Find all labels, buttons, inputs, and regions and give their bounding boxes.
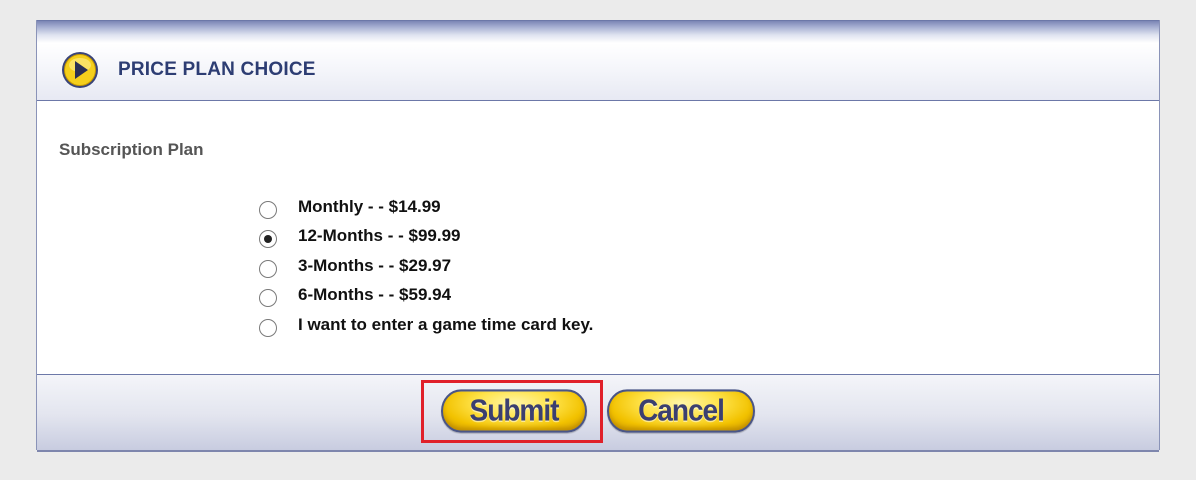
plan-option-label[interactable]: 6-Months - - $59.94 [298, 285, 451, 305]
page-title: PRICE PLAN CHOICE [118, 59, 316, 80]
radio-button[interactable] [259, 318, 277, 337]
price-plan-panel: PRICE PLAN CHOICE Subscription Plan Mont… [36, 20, 1160, 452]
plan-option-label[interactable]: I want to enter a game time card key. [298, 315, 593, 335]
submit-button[interactable]: Submit [441, 389, 587, 433]
plan-option-6-months[interactable]: 6-Months - - $59.94 [259, 281, 593, 311]
radio-button[interactable] [259, 289, 277, 308]
play-arrow-icon [62, 52, 98, 88]
plan-option-12-months[interactable]: 12-Months - - $99.99 [259, 222, 593, 252]
plan-option-label[interactable]: 3-Months - - $29.97 [298, 256, 451, 276]
panel-header: PRICE PLAN CHOICE [37, 20, 1159, 101]
radio-button[interactable] [259, 259, 277, 278]
cancel-button[interactable]: Cancel [607, 389, 755, 433]
radio-button-selected[interactable] [259, 230, 277, 249]
plan-options-list: Monthly - - $14.99 12-Months - - $99.99 … [259, 192, 593, 340]
subscription-plan-label: Subscription Plan [59, 140, 204, 159]
panel-footer: Submit Cancel [37, 375, 1159, 452]
radio-button[interactable] [259, 200, 277, 219]
plan-option-monthly[interactable]: Monthly - - $14.99 [259, 192, 593, 222]
plan-option-game-time-card[interactable]: I want to enter a game time card key. [259, 310, 593, 340]
plan-option-label[interactable]: Monthly - - $14.99 [298, 197, 441, 217]
panel-body: Subscription Plan Monthly - - $14.99 12-… [37, 101, 1159, 375]
plan-option-label[interactable]: 12-Months - - $99.99 [298, 226, 461, 246]
plan-option-3-months[interactable]: 3-Months - - $29.97 [259, 251, 593, 281]
